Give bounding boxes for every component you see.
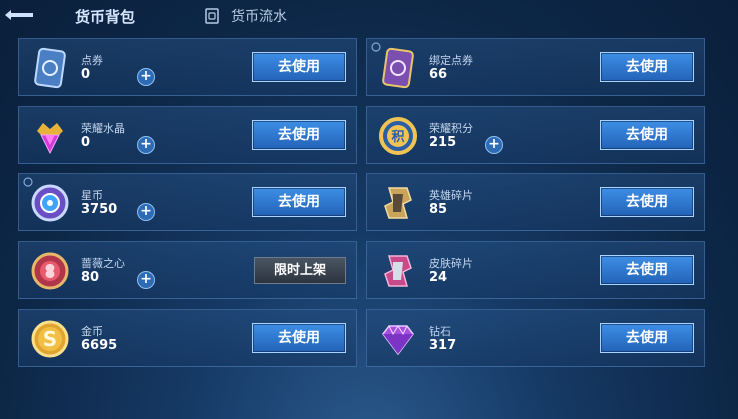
use-button[interactable]: 去使用 — [252, 52, 346, 82]
currency-name: 点券 — [81, 54, 103, 67]
diamond-icon — [375, 316, 421, 362]
currency-amount: 66 — [429, 67, 448, 82]
use-button[interactable]: 去使用 — [600, 187, 694, 217]
currency-name: 荣耀积分 — [429, 122, 473, 135]
currency-amount: 0 — [81, 135, 91, 150]
glory-crystal-icon — [27, 113, 73, 159]
top-bar: 货币背包 货币流水 — [0, 0, 738, 34]
coupon-card-icon — [27, 45, 73, 91]
add-button[interactable]: + — [137, 68, 155, 86]
skin-fragment-icon — [375, 248, 421, 294]
use-button[interactable]: 去使用 — [600, 255, 694, 285]
use-button[interactable]: 去使用 — [600, 120, 694, 150]
tab-currency-flow-label: 货币流水 — [231, 9, 287, 25]
hero-fragment-icon — [375, 180, 421, 226]
svg-text:S: S — [43, 327, 57, 351]
currency-name: 英雄碎片 — [429, 189, 473, 202]
tab-currency-flow[interactable]: 货币流水 — [205, 4, 287, 28]
currency-card-rose-heart: 蔷薇之心 80 + 限时上架 — [18, 241, 357, 299]
currency-name: 星币 — [81, 189, 103, 202]
ledger-icon — [205, 8, 219, 24]
add-button[interactable]: + — [137, 271, 155, 289]
currency-name: 荣耀水晶 — [81, 122, 125, 135]
use-button[interactable]: 去使用 — [252, 187, 346, 217]
tab-currency-wallet[interactable]: 货币背包 — [75, 4, 135, 28]
currency-amount: 215 — [429, 135, 457, 150]
currency-card-star-coin: 星币 3750 + 去使用 — [18, 173, 357, 231]
currency-card-hero-fragment: 英雄碎片 85 去使用 — [366, 173, 705, 231]
currency-card-diamond: 钻石 317 去使用 — [366, 309, 705, 367]
currency-name: 绑定点券 — [429, 54, 473, 67]
rose-heart-icon — [27, 248, 73, 294]
currency-amount: 85 — [429, 202, 448, 217]
tab-currency-wallet-label: 货币背包 — [75, 7, 136, 26]
currency-name: 蔷薇之心 — [81, 257, 125, 270]
currency-name: 钻石 — [429, 325, 451, 338]
bound-coupon-card-icon — [375, 45, 421, 91]
back-button[interactable] — [0, 4, 38, 26]
currency-amount: 80 — [81, 270, 100, 285]
add-button[interactable]: + — [137, 203, 155, 221]
use-button[interactable]: 去使用 — [252, 120, 346, 150]
currency-name: 金币 — [81, 325, 103, 338]
currency-card-skin-fragment: 皮肤碎片 24 去使用 — [366, 241, 705, 299]
back-arrow-icon — [5, 10, 33, 20]
add-button[interactable]: + — [137, 136, 155, 154]
star-coin-icon — [27, 180, 73, 226]
currency-amount: 6695 — [81, 338, 118, 353]
currency-amount: 24 — [429, 270, 448, 285]
add-button[interactable]: + — [485, 136, 503, 154]
currency-amount: 0 — [81, 67, 91, 82]
glory-points-icon: 积 — [375, 113, 421, 159]
svg-text:积: 积 — [391, 129, 404, 145]
use-button[interactable]: 去使用 — [600, 52, 694, 82]
use-button[interactable]: 去使用 — [600, 323, 694, 353]
currency-card-bound-coupon: 绑定点券 66 去使用 — [366, 38, 705, 96]
currency-amount: 317 — [429, 338, 457, 353]
currency-card-glory-crystal: 荣耀水晶 0 + 去使用 — [18, 106, 357, 164]
limited-release-button[interactable]: 限时上架 — [254, 257, 346, 284]
currency-card-coupon: 点券 0 + 去使用 — [18, 38, 357, 96]
currency-card-glory-points: 积 荣耀积分 215 + 去使用 — [366, 106, 705, 164]
currency-card-gold-coin: S 金币 6695 去使用 — [18, 309, 357, 367]
currency-amount: 3750 — [81, 202, 118, 217]
use-button[interactable]: 去使用 — [252, 323, 346, 353]
currency-name: 皮肤碎片 — [429, 257, 473, 270]
gold-coin-icon: S — [27, 316, 73, 362]
